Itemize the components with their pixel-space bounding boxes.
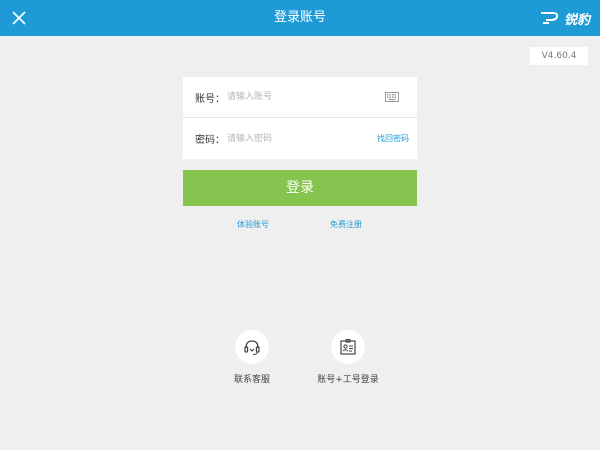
account-employee-login-circle: [331, 330, 365, 364]
brand-mark-icon: [540, 12, 559, 24]
contact-service-button[interactable]: 联系客服: [212, 330, 292, 385]
trial-account-link[interactable]: 体验账号: [237, 219, 269, 230]
free-register-link[interactable]: 免费注册: [330, 219, 362, 230]
top-bar: 登录账号 锐豹: [0, 0, 600, 36]
account-label: 账号：: [195, 93, 225, 105]
account-employee-login-button[interactable]: 账号+工号登录: [308, 330, 388, 385]
id-card-icon: [340, 339, 356, 355]
account-input[interactable]: [227, 87, 385, 107]
version-badge: V4.60.4: [530, 47, 588, 65]
account-employee-login-label: 账号+工号登录: [317, 375, 379, 385]
contact-service-label: 联系客服: [233, 375, 270, 385]
brand-logo: 锐豹: [539, 8, 590, 28]
headset-icon: [244, 340, 260, 355]
page-title: 登录账号: [273, 10, 326, 25]
forgot-password-link[interactable]: 找回密码: [377, 133, 409, 144]
contact-service-circle: [235, 330, 269, 364]
password-input[interactable]: [227, 128, 377, 149]
keyboard-icon[interactable]: [385, 92, 399, 102]
account-row: 账号：: [183, 77, 417, 118]
login-form: 账号： 密码： 找回密码: [183, 77, 417, 159]
brand-name: 锐豹: [563, 12, 590, 28]
password-row: 密码： 找回密码: [183, 118, 417, 159]
login-button[interactable]: 登录: [183, 170, 417, 206]
password-label: 密码：: [195, 135, 225, 146]
